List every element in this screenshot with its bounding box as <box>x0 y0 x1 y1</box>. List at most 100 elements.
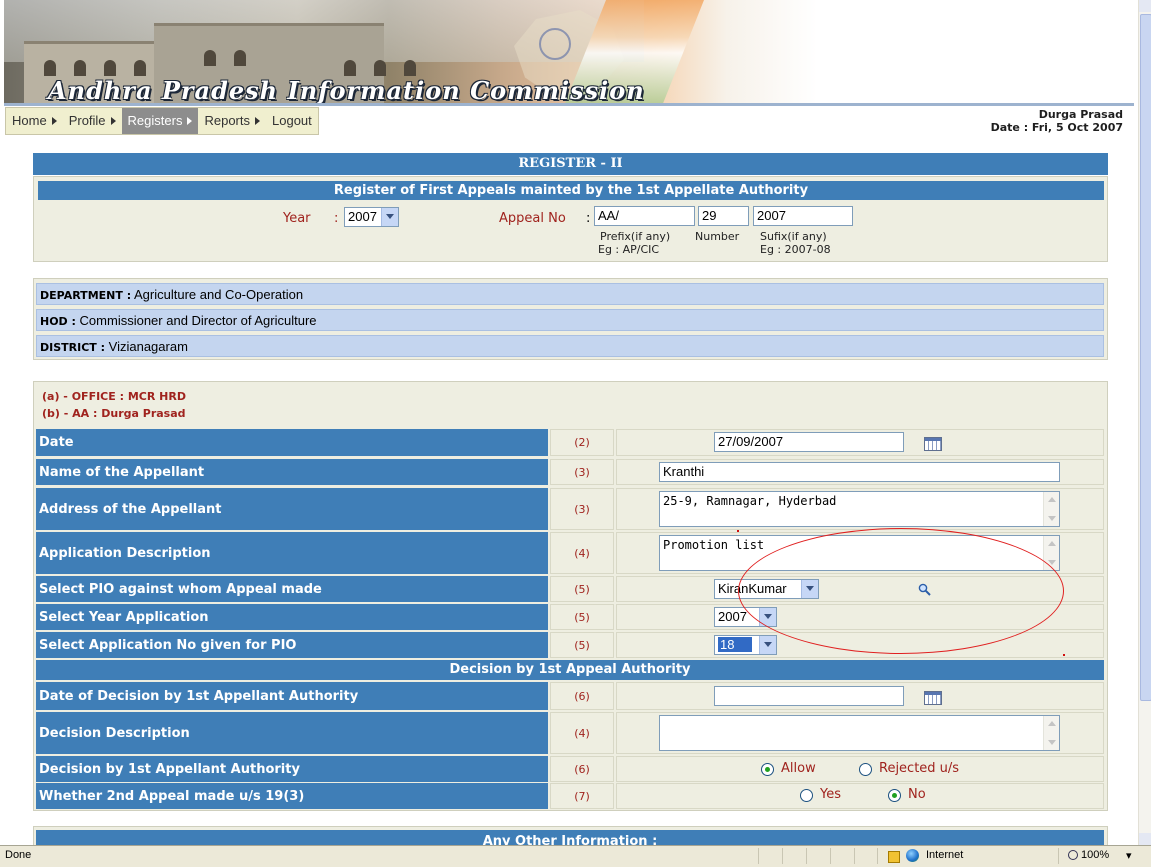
nav-label: Registers <box>127 113 183 128</box>
no-label[interactable]: No <box>908 787 926 802</box>
application-desc-label: Application Description <box>36 532 548 574</box>
year-select-value: 2007 <box>348 209 377 224</box>
decision-date-input[interactable] <box>714 686 904 706</box>
textarea-scrollbar[interactable] <box>1043 492 1059 526</box>
banner-window <box>134 60 146 76</box>
user-name: Durga Prasad <box>1038 108 1123 121</box>
nav-label: Home <box>12 113 47 128</box>
date-label: Date <box>36 429 548 456</box>
decision-header: Decision by 1st Appeal Authority <box>36 660 1104 680</box>
nav-item-profile[interactable]: Profile <box>63 108 122 134</box>
status-divider <box>758 848 759 864</box>
allow-label[interactable]: Allow <box>781 761 816 776</box>
nav-item-reports[interactable]: Reports <box>198 108 266 134</box>
district-value: Vizianagaram <box>108 339 188 354</box>
pio-label: Select PIO against whom Appeal made <box>36 576 548 602</box>
year-application-label: Select Year Application <box>36 604 548 630</box>
submenu-arrow-icon <box>51 117 57 125</box>
banner-window <box>204 50 216 66</box>
district-label: DISTRICT : <box>40 341 106 354</box>
decision-desc-section-no: (4) <box>550 712 614 754</box>
zoom-dropdown-icon[interactable]: ▾ <box>1126 849 1132 862</box>
privacy-icon[interactable] <box>888 851 900 863</box>
application-no-value: 18 <box>718 637 753 652</box>
zoom-level[interactable]: 100% <box>1081 849 1109 861</box>
appeal-no-label: Appeal No <box>499 211 566 226</box>
decision-desc-label: Decision Description <box>36 712 548 754</box>
banner-window <box>104 60 116 76</box>
decision-outcome-label: Decision by 1st Appellant Authority <box>36 756 548 782</box>
scroll-down-button[interactable] <box>1139 833 1151 845</box>
status-text: Done <box>5 849 32 861</box>
annotation-mark <box>737 530 739 532</box>
page-scrollbar[interactable] <box>1138 0 1151 845</box>
banner-window <box>234 50 246 66</box>
user-info: Durga Prasad Date : Fri, 5 Oct 2007 <box>991 108 1123 134</box>
register-subtitle: Register of First Appeals mainted by the… <box>38 181 1104 200</box>
suffix-hint: Sufix(if any) Eg : 2007-08 <box>760 230 831 256</box>
banner-title: Andhra Pradesh Information Commission <box>48 76 645 105</box>
yes-label[interactable]: Yes <box>820 787 841 802</box>
appeal-prefix-input[interactable]: AA/ <box>594 206 695 226</box>
banner-window <box>404 60 416 76</box>
decision-date-label: Date of Decision by 1st Appellant Author… <box>36 682 548 710</box>
second-appeal-cell <box>616 783 1104 809</box>
date-section-no: (2) <box>550 429 614 456</box>
prefix-hint: Prefix(if any) Eg : AP/CIC <box>598 230 671 256</box>
date-input[interactable]: 27/09/2007 <box>714 432 904 452</box>
application-desc-value: Promotion list <box>663 538 765 552</box>
status-bar: Done Internet 100% ▾ <box>0 845 1151 867</box>
office-line: (a) - OFFICE : MCR HRD <box>42 390 186 403</box>
application-no-section-no: (5) <box>550 632 614 658</box>
appellant-address-value: 25-9, Ramnagar, Hyderbad <box>663 494 837 508</box>
submenu-arrow-icon <box>187 117 193 125</box>
main-nav: Home Profile Registers Reports Logout <box>5 107 319 135</box>
nav-item-registers[interactable]: Registers <box>121 108 199 134</box>
banner-window <box>74 60 86 76</box>
rejected-radio[interactable] <box>859 763 872 776</box>
application-no-select[interactable]: 18 <box>714 635 777 655</box>
nav-item-home[interactable]: Home <box>6 108 63 134</box>
suffix-hint-line1: Sufix(if any) <box>760 230 827 243</box>
annotation-ellipse <box>738 528 1064 654</box>
nav-item-logout[interactable]: Logout <box>266 108 318 134</box>
yes-radio[interactable] <box>800 789 813 802</box>
calendar-icon[interactable] <box>924 437 942 451</box>
appellant-address-textarea[interactable]: 25-9, Ramnagar, Hyderbad <box>659 491 1060 527</box>
chakra-icon <box>539 28 571 60</box>
allow-radio[interactable] <box>761 763 774 776</box>
prefix-hint-line1: Prefix(if any) <box>600 230 671 243</box>
banner-window <box>44 60 56 76</box>
calendar-icon[interactable] <box>924 691 942 705</box>
scroll-thumb[interactable] <box>1140 14 1151 701</box>
zone-text: Internet <box>926 849 964 861</box>
year-colon: : <box>334 211 339 226</box>
rejected-label[interactable]: Rejected u/s <box>879 761 959 776</box>
banner-window <box>374 60 386 76</box>
decision-desc-textarea[interactable] <box>659 715 1060 751</box>
no-radio[interactable] <box>888 789 901 802</box>
nav-label: Logout <box>272 113 312 128</box>
appellant-name-label: Name of the Appellant <box>36 459 548 485</box>
aa-line: (b) - AA : Durga Prasad <box>42 407 186 420</box>
banner-underline <box>4 103 1134 106</box>
appellant-name-section-no: (3) <box>550 459 614 485</box>
application-no-label: Select Application No given for PIO <box>36 632 548 658</box>
appellant-name-input[interactable]: Kranthi <box>659 462 1060 482</box>
banner-window <box>344 60 356 76</box>
status-divider <box>877 848 878 864</box>
appeal-number-input[interactable]: 29 <box>698 206 749 226</box>
decision-outcome-section-no: (6) <box>550 756 614 782</box>
textarea-scrollbar[interactable] <box>1043 716 1059 750</box>
department-row: DEPARTMENT : Agriculture and Co-Operatio… <box>36 283 1104 305</box>
appellant-address-section-no: (3) <box>550 488 614 530</box>
year-application-section-no: (5) <box>550 604 614 630</box>
appeal-suffix-input[interactable]: 2007 <box>753 206 853 226</box>
prefix-hint-line2: Eg : AP/CIC <box>598 243 660 256</box>
submenu-arrow-icon <box>110 117 116 125</box>
year-select[interactable]: 2007 <box>344 207 399 227</box>
zoom-icon[interactable] <box>1068 850 1078 860</box>
chevron-down-icon <box>381 208 398 226</box>
register-title: REGISTER - II <box>33 153 1108 175</box>
scroll-up-button[interactable] <box>1139 0 1151 12</box>
